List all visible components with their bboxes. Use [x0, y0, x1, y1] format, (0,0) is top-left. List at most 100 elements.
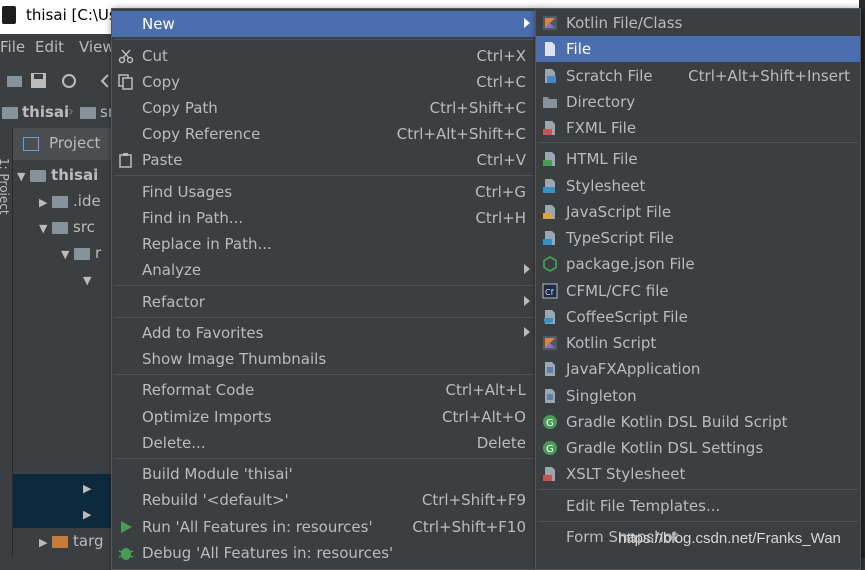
separator: [114, 458, 534, 459]
menu-item-replace-in-path[interactable]: Replace in Path...: [112, 231, 536, 257]
submenu-item-stylesheet[interactable]: Stylesheet: [536, 173, 860, 199]
menu-item-delete[interactable]: Delete... Delete: [112, 430, 536, 456]
menu-item-refactor[interactable]: Refactor: [112, 289, 536, 315]
menu-item-label: Find Usages: [142, 183, 233, 201]
submenu-item-coffeescript-file[interactable]: CoffeeScript File: [536, 304, 860, 330]
menu-item-find-usages[interactable]: Find Usages Ctrl+G: [112, 179, 536, 205]
submenu-item-directory[interactable]: Directory: [536, 89, 860, 115]
gradle-icon: G: [543, 441, 557, 455]
tree-item[interactable]: ▶ .ide: [39, 192, 101, 210]
tree-selection: [13, 474, 113, 528]
project-tool-tab[interactable]: 1: Project: [0, 158, 11, 215]
folder-icon: [74, 247, 91, 260]
debug-icon: [118, 548, 134, 560]
menu-item-build-module[interactable]: Build Module 'thisai': [112, 461, 536, 487]
ts-icon: [543, 231, 555, 245]
tree-item[interactable]: ▼: [83, 270, 91, 288]
menu-item-shortcut: Ctrl+X: [476, 47, 526, 65]
submenu-item-kotlin-file-class[interactable]: Kotlin File/Class: [536, 10, 860, 36]
menu-item-rebuild[interactable]: Rebuild '<default>' Ctrl+Shift+F9: [112, 487, 536, 513]
folder-icon: [543, 97, 557, 108]
submenu-item-singleton[interactable]: Singleton: [536, 383, 860, 409]
submenu-item-xslt-stylesheet[interactable]: XSLT Stylesheet: [536, 461, 860, 487]
nodejs-icon: [543, 256, 557, 272]
singleton-icon: [545, 389, 555, 403]
menu-item-label: Debug 'All Features in: resources': [142, 544, 394, 562]
submenu-item-gradle-kotlin-build[interactable]: G Gradle Kotlin DSL Build Script: [536, 409, 860, 435]
menu-item-analyze[interactable]: Analyze: [112, 257, 536, 283]
tree-item[interactable]: ▶: [83, 478, 91, 496]
project-panel: Project ▼ thisai ▶ .ide ▼ src ▼ r ▼ ▶ ▶ …: [13, 128, 113, 558]
menu-item-shortcut: Ctrl+Shift+F10: [412, 518, 526, 536]
menu-item-shortcut: Ctrl+Alt+Shift+Insert: [688, 67, 850, 85]
menu-item-label: Add to Favorites: [142, 324, 264, 342]
submenu-arrow-icon: [524, 327, 530, 337]
scissors-icon: [118, 49, 134, 64]
submenu-item-scratch-file[interactable]: Scratch File Ctrl+Alt+Shift+Insert: [536, 63, 860, 89]
js-icon: [543, 205, 555, 219]
submenu-arrow-icon: [524, 18, 530, 28]
menu-item-label: File: [566, 40, 592, 58]
tree-item[interactable]: ▼ r: [61, 244, 101, 262]
menu-edit[interactable]: Edit: [35, 38, 64, 56]
paste-icon: [119, 153, 132, 168]
menu-item-label: Refactor: [142, 293, 205, 311]
tree-item[interactable]: ▼ thisai: [17, 166, 98, 184]
menu-item-paste[interactable]: Paste Ctrl+V: [112, 147, 536, 173]
menu-item-show-image-thumbnails[interactable]: Show Image Thumbnails: [112, 346, 536, 372]
menu-item-label: Gradle Kotlin DSL Settings: [566, 439, 764, 457]
menu-item-run[interactable]: Run 'All Features in: resources' Ctrl+Sh…: [112, 514, 536, 540]
breadcrumb-project[interactable]: thisai: [22, 103, 69, 121]
menu-item-shortcut: Ctrl+Shift+C: [429, 99, 526, 117]
menu-bar: File Edit View: [0, 34, 120, 62]
menu-item-new[interactable]: New: [112, 11, 536, 37]
menu-item-cut[interactable]: Cut Ctrl+X: [112, 43, 536, 69]
menu-item-debug[interactable]: Debug 'All Features in: resources': [112, 540, 536, 566]
submenu-item-javascript-file[interactable]: JavaScript File: [536, 199, 860, 225]
back-icon[interactable]: [98, 72, 112, 90]
submenu-item-package-json[interactable]: package.json File: [536, 251, 860, 277]
submenu-item-cfml-cfc-file[interactable]: Cf CFML/CFC file: [536, 278, 860, 304]
submenu-item-edit-file-templates[interactable]: Edit File Templates...: [536, 493, 860, 519]
save-icon[interactable]: [30, 72, 48, 90]
svg-text:Cf: Cf: [545, 288, 554, 297]
submenu-item-javafx-application[interactable]: JavaFXApplication: [536, 356, 860, 382]
menu-file[interactable]: File: [0, 38, 25, 56]
menu-item-shortcut: Ctrl+Shift+F9: [421, 491, 526, 509]
menu-item-label: JavaFXApplication: [566, 360, 701, 378]
menu-item-label: Replace in Path...: [142, 235, 272, 253]
tree-item[interactable]: ▶ targ: [39, 532, 104, 550]
menu-item-label: Find in Path...: [142, 209, 244, 227]
javafx-icon: [545, 362, 555, 376]
submenu-item-html-file[interactable]: HTML File: [536, 146, 860, 172]
sync-icon[interactable]: [60, 72, 78, 90]
menu-view[interactable]: View: [79, 38, 115, 56]
submenu-item-kotlin-script[interactable]: Kotlin Script: [536, 330, 860, 356]
menu-item-reformat-code[interactable]: Reformat Code Ctrl+Alt+L: [112, 377, 536, 403]
menu-item-shortcut: Ctrl+G: [475, 183, 526, 201]
xslt-icon: [543, 467, 555, 481]
kotlin-icon: [543, 336, 557, 350]
folder-open-icon[interactable]: [6, 72, 24, 90]
folder-icon: [52, 535, 69, 548]
menu-item-copy-reference[interactable]: Copy Reference Ctrl+Alt+Shift+C: [112, 121, 536, 147]
menu-item-find-in-path[interactable]: Find in Path... Ctrl+H: [112, 205, 536, 231]
separator: [114, 317, 534, 318]
submenu-item-fxml-file[interactable]: FXML File: [536, 115, 860, 141]
tree-item[interactable]: ▼ src: [39, 218, 95, 236]
menu-item-label: Copy Reference: [142, 125, 261, 143]
submenu-item-gradle-kotlin-settings[interactable]: G Gradle Kotlin DSL Settings: [536, 435, 860, 461]
menu-item-copy[interactable]: Copy Ctrl+C: [112, 69, 536, 95]
menu-item-add-to-favorites[interactable]: Add to Favorites: [112, 320, 536, 346]
menu-item-optimize-imports[interactable]: Optimize Imports Ctrl+Alt+O: [112, 404, 536, 430]
collapse-arrow-icon: ▼: [83, 274, 92, 287]
tree-item-label: r: [95, 244, 102, 262]
menu-item-shortcut: Ctrl+C: [476, 73, 526, 91]
submenu-item-typescript-file[interactable]: TypeScript File: [536, 225, 860, 251]
tree-item[interactable]: ▶: [83, 504, 91, 522]
menu-item-label: Build Module 'thisai': [142, 465, 293, 483]
menu-item-copy-path[interactable]: Copy Path Ctrl+Shift+C: [112, 95, 536, 121]
menu-item-shortcut: Ctrl+V: [476, 151, 526, 169]
submenu-item-file[interactable]: File: [536, 36, 860, 62]
file-icon: [545, 42, 555, 56]
